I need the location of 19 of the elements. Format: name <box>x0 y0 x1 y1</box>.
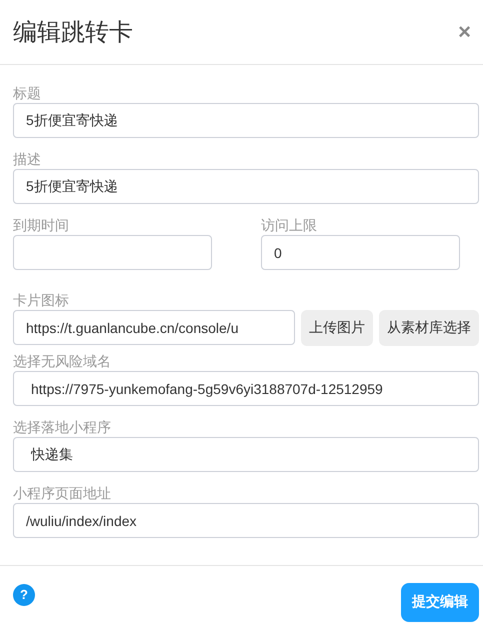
input-field[interactable] <box>13 235 212 270</box>
select-field[interactable]: https://7975-yunkemofang-5g59v6yi3188707d-12512959 <box>13 371 479 406</box>
field-label: 描述 <box>13 150 42 169</box>
input-field[interactable]: 0 <box>261 235 460 270</box>
field-label: 选择落地小程序 <box>13 418 112 437</box>
dialog-title: 编辑跳转卡 <box>13 18 133 48</box>
upload-button[interactable]: 上传图片 <box>301 310 373 346</box>
field-label: 小程序页面地址 <box>13 484 112 503</box>
field-label: 选择无风险域名 <box>13 352 112 371</box>
input-field[interactable]: https://t.guanlancube.cn/console/u <box>13 310 295 345</box>
input-field[interactable]: /wuliu/index/index <box>13 503 479 538</box>
field-label: 访问上限 <box>261 216 318 235</box>
input-field[interactable]: 5折便宜寄快递 <box>13 169 479 204</box>
upload-button[interactable]: 从素材库选择 <box>379 310 479 346</box>
input-field[interactable]: 5折便宜寄快递 <box>13 103 479 138</box>
field-label: 标题 <box>13 84 42 103</box>
close-button[interactable]: × <box>454 19 475 45</box>
field-label: 卡片图标 <box>13 291 70 310</box>
field-label: 到期时间 <box>13 216 70 235</box>
